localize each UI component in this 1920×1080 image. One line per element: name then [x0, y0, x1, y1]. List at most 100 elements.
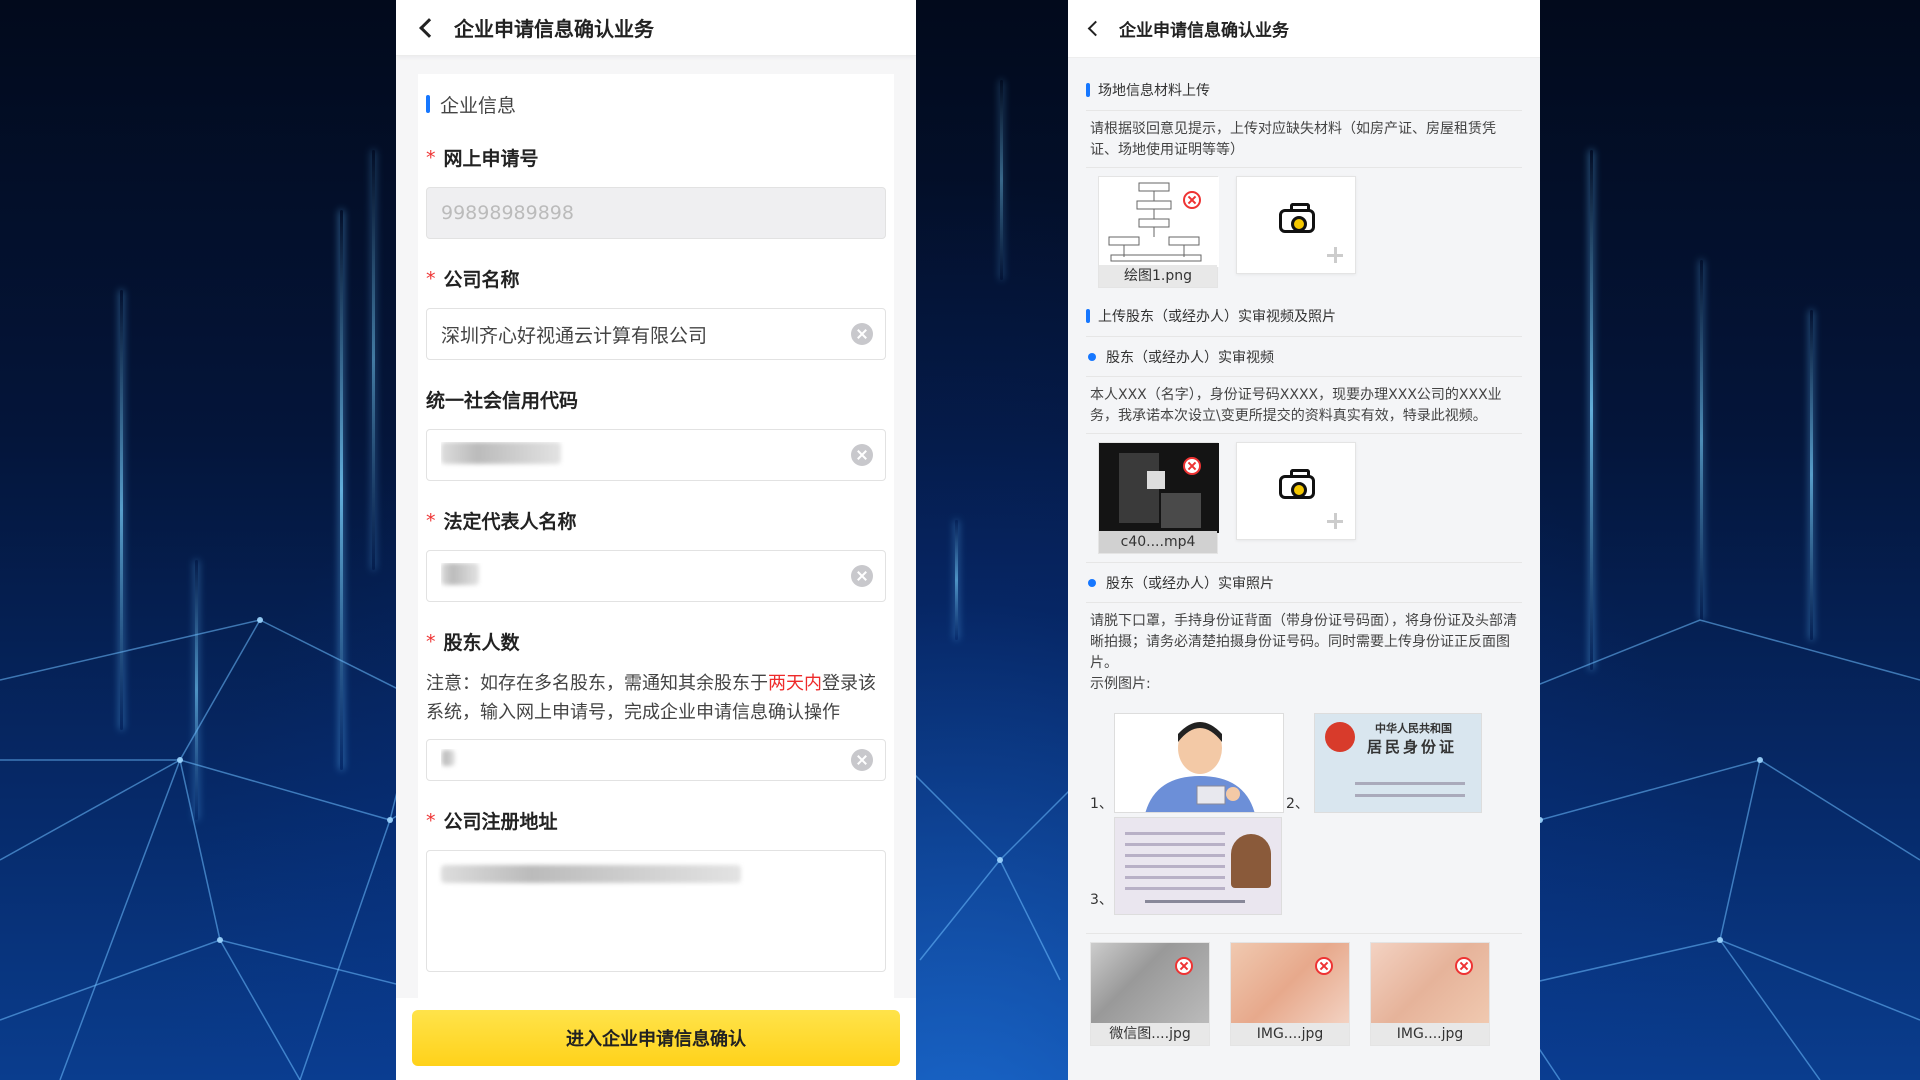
- enter-confirm-button[interactable]: 进入企业申请信息确认: [412, 1010, 900, 1066]
- plus-icon: [1327, 247, 1343, 263]
- photo-hint-text: 请脱下口罩，手持身份证背面（带身份证号码面），将身份证及头部清晰拍摄；请务必清楚…: [1090, 613, 1517, 671]
- id-card-title: 中华人民共和国: [1375, 722, 1452, 735]
- id-card-lines: [1355, 794, 1465, 797]
- clear-icon[interactable]: [851, 444, 873, 466]
- notice-highlight: 两天内: [768, 673, 822, 694]
- person-holding-id-illustration: [1115, 714, 1283, 812]
- video-upload-row: c40....mp4: [1086, 433, 1522, 562]
- camera-icon: [1279, 203, 1315, 233]
- shareholder-notice: 注意：如存在多名股东，需通知其余股东于两天内登录该系统，输入网上申请号，完成企业…: [426, 669, 886, 727]
- legal-rep-label: * 法定代表人名称: [426, 507, 886, 534]
- shareholders-label: * 股东人数: [426, 628, 886, 655]
- file-name: 微信图....jpg: [1091, 1023, 1209, 1045]
- company-name-label: * 公司名称: [426, 265, 886, 292]
- header-bar: 企业申请信息确认业务: [396, 0, 916, 56]
- clear-icon[interactable]: [851, 565, 873, 587]
- delete-icon[interactable]: [1183, 191, 1201, 209]
- upload-content: 场地信息材料上传 请根据驳回意见提示，上传对应缺失材料（如房产证、房屋租赁凭证、…: [1068, 58, 1540, 1080]
- flowchart-thumbnail: [1099, 177, 1219, 267]
- id-card-lines: [1355, 782, 1465, 785]
- company-name-label-text: 公司名称: [443, 269, 520, 291]
- section-accent-bar: [1086, 309, 1090, 323]
- national-emblem-icon: [1325, 722, 1355, 752]
- example-number: 2、: [1286, 796, 1309, 812]
- required-mark: *: [426, 809, 436, 832]
- notice-text: 注意：如存在多名股东，需通知其余股东于: [426, 673, 768, 694]
- light-beam: [1000, 80, 1003, 280]
- video-section-header: 上传股东（或经办人）实审视频及照片: [1086, 296, 1522, 336]
- app-no-label-text: 网上申请号: [443, 148, 539, 170]
- legal-rep-value: [441, 562, 851, 590]
- section-accent-bar: [426, 95, 430, 113]
- photo-preview: [1371, 943, 1489, 1023]
- background: [0, 0, 1920, 1080]
- camera-icon: [1279, 469, 1315, 499]
- example-photo-holding-id: [1114, 713, 1284, 813]
- company-info-card: 企业信息 * 网上申请号 99898989898 * 公司名称 深圳齐心好视通云…: [418, 74, 894, 1012]
- clear-icon[interactable]: [851, 749, 873, 771]
- network-grid: [0, 599, 1920, 1080]
- bullet-dot: [1088, 352, 1096, 361]
- section-header: 企业信息: [426, 74, 886, 118]
- company-name-value: 深圳齐心好视通云计算有限公司: [441, 324, 708, 347]
- legal-rep-input[interactable]: [426, 550, 886, 602]
- required-mark: *: [426, 630, 436, 653]
- file-name: IMG....jpg: [1371, 1023, 1489, 1045]
- page-title: 企业申请信息确认业务: [454, 17, 654, 41]
- uploaded-file-thumb[interactable]: 绘图1.png: [1098, 176, 1219, 288]
- header-bar: 企业申请信息确认业务: [1068, 0, 1540, 58]
- example-id-back: [1114, 817, 1282, 915]
- page-title: 企业申请信息确认业务: [1119, 21, 1289, 41]
- add-photo-button[interactable]: [1236, 176, 1356, 274]
- section-title: 上传股东（或经办人）实审视频及照片: [1098, 309, 1336, 325]
- photo-subtitle: 股东（或经办人）实审照片: [1086, 562, 1522, 602]
- shareholders-input[interactable]: [426, 739, 886, 781]
- photo-preview: [1091, 943, 1209, 1023]
- phone-upload-panel: 企业申请信息确认业务 场地信息材料上传 请根据驳回意见提示，上传对应缺失材料（如…: [1068, 0, 1540, 1080]
- address-textarea[interactable]: [426, 850, 886, 972]
- delete-icon[interactable]: [1183, 457, 1201, 475]
- delete-icon[interactable]: [1315, 957, 1333, 975]
- example-images: 1、 2、 中华人民共和国 居民身份证 3、: [1086, 701, 1522, 933]
- credit-code-label: 统一社会信用代码: [426, 386, 886, 413]
- address-label-text: 公司注册地址: [443, 811, 558, 833]
- app-no-placeholder: 99898989898: [441, 202, 574, 224]
- add-video-button[interactable]: [1236, 442, 1356, 540]
- credit-code-label-text: 统一社会信用代码: [426, 390, 579, 412]
- uploaded-photo-thumb[interactable]: IMG....jpg: [1370, 942, 1490, 1046]
- redacted-text: [441, 865, 741, 883]
- redacted-text: [441, 750, 455, 766]
- example-label: 示例图片:: [1090, 676, 1151, 692]
- uploaded-video-thumb[interactable]: c40....mp4: [1098, 442, 1219, 554]
- legal-rep-label-text: 法定代表人名称: [443, 511, 577, 533]
- back-chevron-icon[interactable]: [1087, 20, 1104, 37]
- back-chevron-icon[interactable]: [419, 17, 439, 38]
- site-section-header: 场地信息材料上传: [1086, 58, 1522, 110]
- redacted-text: [441, 562, 479, 585]
- address-label: * 公司注册地址: [426, 807, 886, 834]
- light-beam: [372, 150, 375, 570]
- file-name: c40....mp4: [1099, 531, 1217, 553]
- site-hint: 请根据驳回意见提示，上传对应缺失材料（如房产证、房屋租赁凭证、场地使用证明等等）: [1086, 110, 1522, 167]
- delete-icon[interactable]: [1455, 957, 1473, 975]
- bullet-dot: [1088, 578, 1096, 587]
- file-name: IMG....jpg: [1231, 1023, 1349, 1045]
- subtitle-text: 股东（或经办人）实审视频: [1106, 349, 1274, 366]
- credit-code-value: [441, 441, 851, 469]
- app-no-input[interactable]: 99898989898: [426, 187, 886, 239]
- credit-code-input[interactable]: [426, 429, 886, 481]
- required-mark: *: [426, 509, 436, 532]
- company-name-input[interactable]: 深圳齐心好视通云计算有限公司: [426, 308, 886, 360]
- uploaded-photo-thumb[interactable]: 微信图....jpg: [1090, 942, 1210, 1046]
- example-id-front: 中华人民共和国 居民身份证: [1314, 713, 1482, 813]
- phone-form-panel: 企业申请信息确认业务 企业信息 * 网上申请号 99898989898 * 公司…: [396, 0, 916, 1080]
- subtitle-text: 股东（或经办人）实审照片: [1106, 575, 1274, 592]
- video-thumbnail: [1099, 443, 1219, 533]
- clear-icon[interactable]: [851, 323, 873, 345]
- delete-icon[interactable]: [1175, 957, 1193, 975]
- bottom-action-bar: 进入企业申请信息确认: [396, 998, 916, 1080]
- section-title: 企业信息: [440, 94, 517, 117]
- id-number-line: [1145, 900, 1245, 903]
- photo-upload-row: 微信图....jpg IMG....jpg IMG....jpg: [1086, 933, 1522, 1054]
- uploaded-photo-thumb[interactable]: IMG....jpg: [1230, 942, 1350, 1046]
